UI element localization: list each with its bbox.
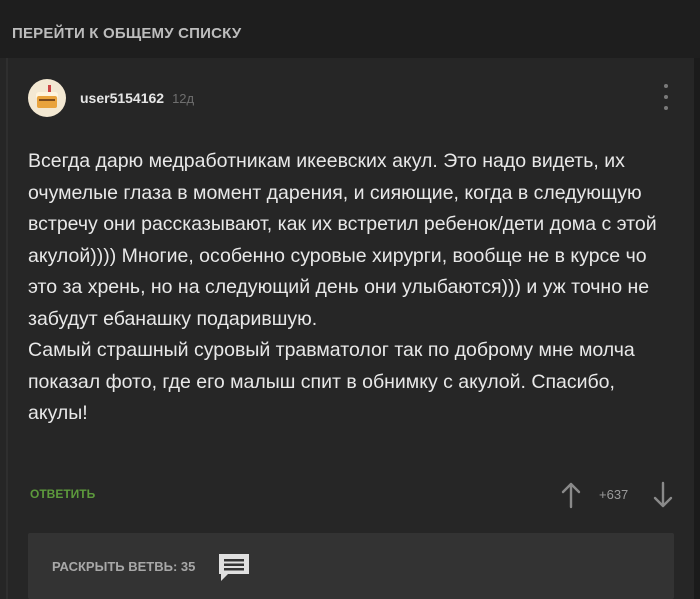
reply-button[interactable]: ОТВЕТИТЬ: [30, 487, 95, 501]
expand-thread-button[interactable]: РАСКРЫТЬ ВЕТВЬ: 35: [28, 533, 674, 599]
cake-icon: [37, 96, 57, 108]
expand-thread-label: РАСКРЫТЬ ВЕТВЬ: 35: [52, 559, 196, 574]
comment-paragraph: Всегда дарю медработникам икеевских акул…: [28, 150, 657, 330]
arrow-down-icon[interactable]: [651, 480, 675, 510]
rating-count: +637: [599, 487, 629, 502]
comment-paragraph: Самый страшный суровый травматолог так п…: [28, 339, 635, 424]
comments-icon: [216, 551, 252, 583]
arrow-up-icon[interactable]: [559, 480, 583, 510]
kebab-menu-icon[interactable]: [660, 84, 672, 110]
comment-header: user5154162 12д: [28, 78, 194, 118]
back-to-list-link[interactable]: ПЕРЕЙТИ К ОБЩЕМУ СПИСКУ: [12, 25, 241, 42]
comment-text: Всегда дарю медработникам икеевских акул…: [28, 146, 678, 430]
kebab-dot: [664, 106, 668, 110]
kebab-dot: [664, 95, 668, 99]
author-username[interactable]: user5154162: [80, 90, 164, 106]
kebab-dot: [664, 84, 668, 88]
avatar[interactable]: [28, 79, 66, 117]
comment-age: 12д: [172, 90, 195, 106]
thread-line: [6, 58, 8, 599]
scrollbar-track: [694, 58, 700, 599]
